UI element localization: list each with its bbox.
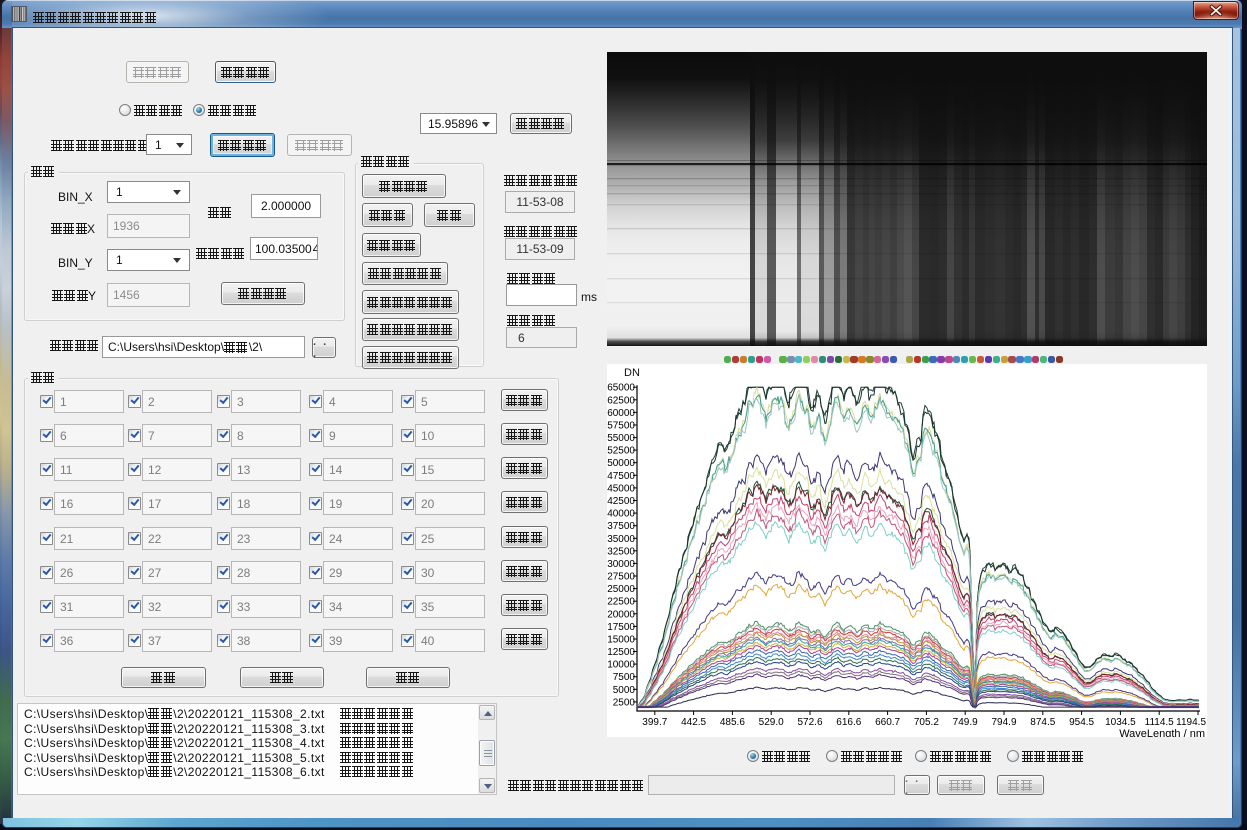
svg-text:2500: 2500 [613, 697, 636, 708]
svg-text:47500: 47500 [607, 471, 635, 482]
svg-text:45000: 45000 [607, 483, 635, 494]
svg-text:10000: 10000 [607, 660, 635, 671]
svg-text:57500: 57500 [607, 421, 635, 432]
svg-text:17500: 17500 [607, 622, 635, 633]
svg-text:WaveLength / nm: WaveLength / nm [1119, 728, 1205, 737]
svg-text:1034.5: 1034.5 [1105, 717, 1136, 728]
svg-text:25000: 25000 [607, 584, 635, 595]
svg-text:874.5: 874.5 [1030, 717, 1055, 728]
svg-text:55000: 55000 [607, 433, 635, 444]
svg-text:52500: 52500 [607, 446, 635, 457]
svg-text:20000: 20000 [607, 609, 635, 620]
svg-text:27500: 27500 [607, 572, 635, 583]
svg-text:794.9: 794.9 [991, 717, 1016, 728]
svg-text:1114.5: 1114.5 [1145, 717, 1175, 728]
svg-text:42500: 42500 [607, 496, 635, 507]
svg-text:529.0: 529.0 [759, 717, 784, 728]
svg-text:60000: 60000 [607, 408, 635, 419]
svg-text:572.6: 572.6 [797, 717, 822, 728]
svg-text:485.6: 485.6 [720, 717, 745, 728]
svg-text:35000: 35000 [607, 534, 635, 545]
svg-text:62500: 62500 [607, 395, 635, 406]
svg-text:65000: 65000 [607, 383, 635, 394]
svg-text:749.9: 749.9 [953, 717, 978, 728]
svg-text:660.7: 660.7 [875, 717, 900, 728]
svg-text:15000: 15000 [607, 635, 635, 646]
svg-text:399.7: 399.7 [642, 717, 667, 728]
svg-text:1194.5: 1194.5 [1176, 717, 1206, 728]
svg-text:954.5: 954.5 [1069, 717, 1094, 728]
svg-text:50000: 50000 [607, 458, 635, 469]
svg-text:442.5: 442.5 [681, 717, 706, 728]
svg-text:7500: 7500 [613, 672, 636, 683]
svg-text:705.2: 705.2 [914, 717, 939, 728]
svg-text:37500: 37500 [607, 521, 635, 532]
svg-text:30000: 30000 [607, 559, 635, 570]
svg-text:12500: 12500 [607, 647, 635, 658]
svg-text:616.6: 616.6 [836, 717, 861, 728]
svg-text:5000: 5000 [613, 685, 636, 696]
svg-text:40000: 40000 [607, 509, 635, 520]
svg-text:22500: 22500 [607, 597, 635, 608]
svg-text:32500: 32500 [607, 546, 635, 557]
